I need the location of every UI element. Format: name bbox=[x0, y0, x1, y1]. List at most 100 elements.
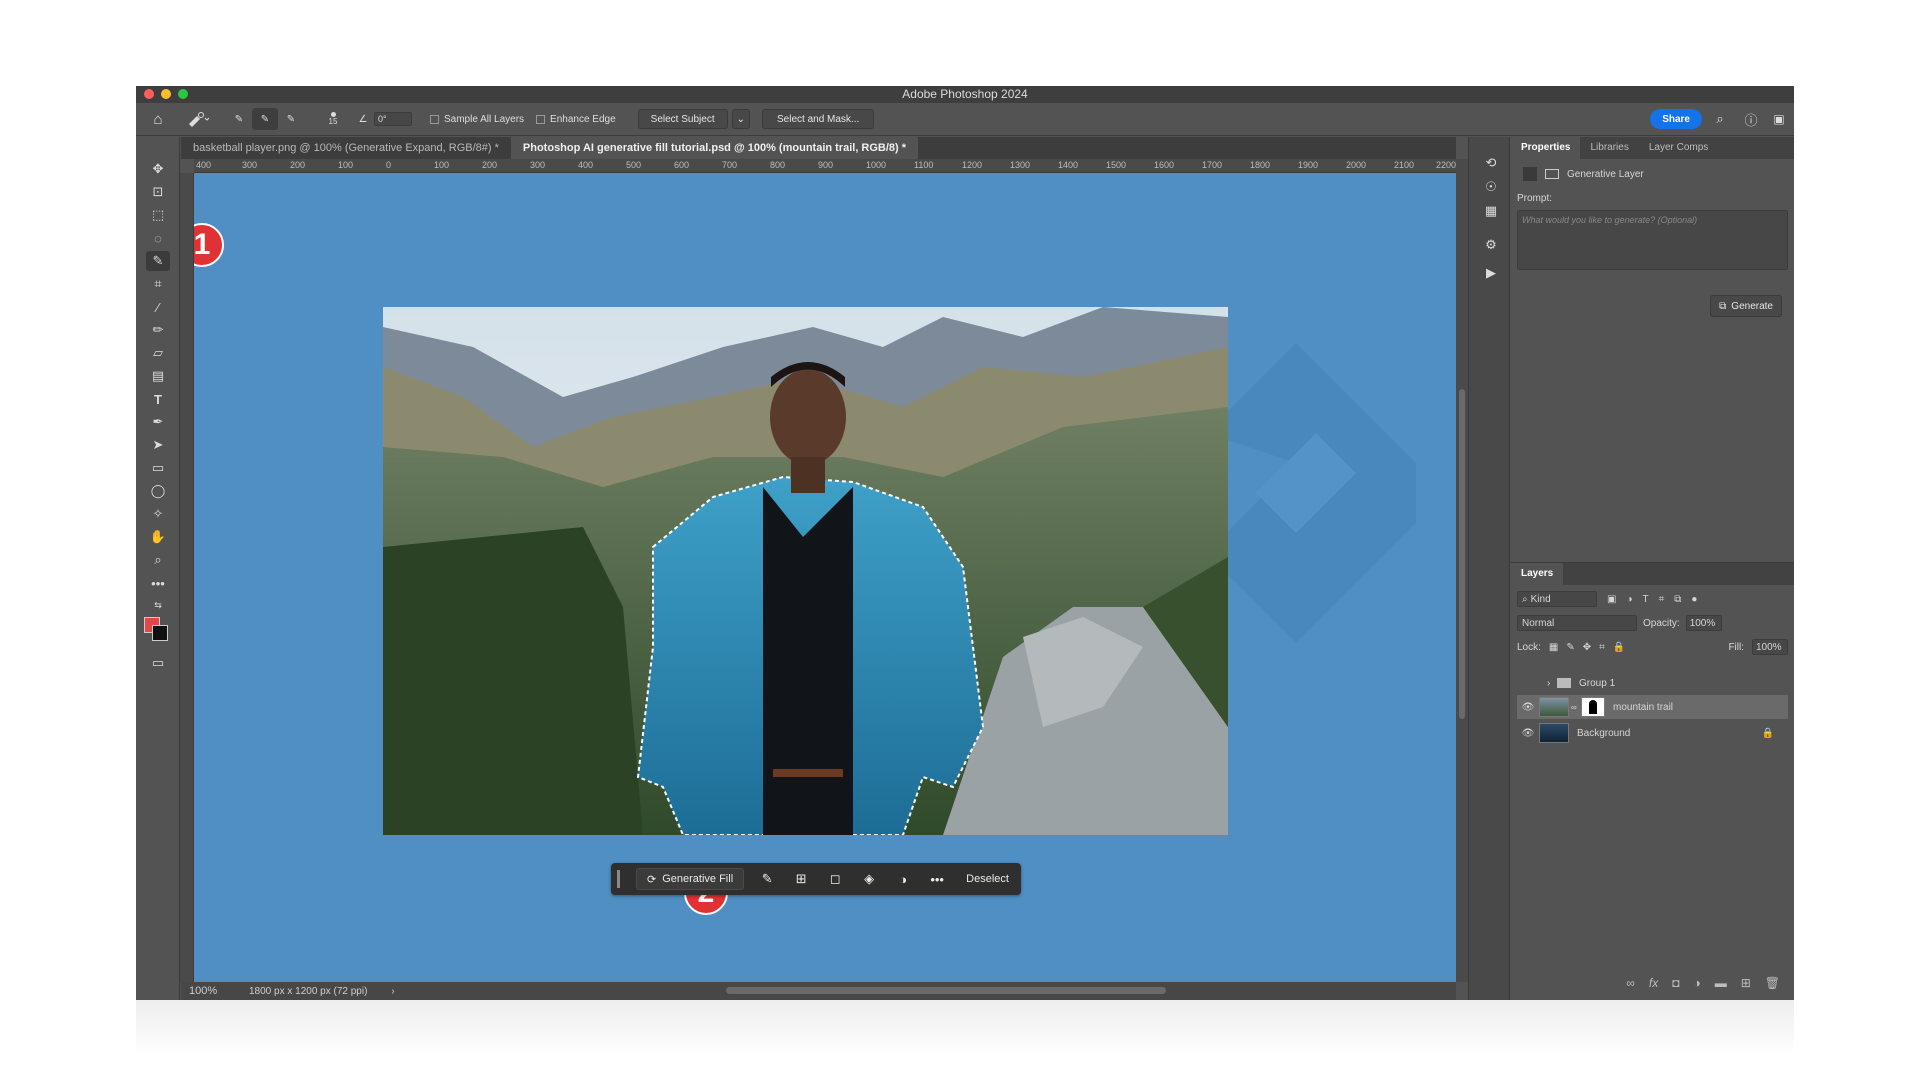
lock-all-icon[interactable]: 🔒 bbox=[1613, 642, 1625, 653]
eyedropper-tool-icon[interactable]: ⁄ bbox=[146, 297, 170, 317]
prompt-input[interactable]: What would you like to generate? (Option… bbox=[1517, 210, 1788, 270]
share-button[interactable]: Share bbox=[1650, 109, 1702, 129]
sample-all-layers-checkbox[interactable] bbox=[430, 114, 439, 124]
swap-colors-icon[interactable]: ⇆ bbox=[146, 595, 170, 615]
more-options-icon[interactable]: ••• bbox=[920, 872, 954, 887]
generate-button[interactable]: ⧉ Generate bbox=[1710, 295, 1782, 317]
gradient-tool-icon[interactable]: ▤ bbox=[146, 366, 170, 386]
photo-mountain-trail[interactable] bbox=[383, 307, 1228, 835]
modify-selection-icon[interactable]: ✎ bbox=[750, 871, 784, 887]
ellipse-tool-icon[interactable]: ◯ bbox=[146, 481, 170, 501]
new-layer-icon[interactable]: ⊞ bbox=[1741, 976, 1751, 996]
angle-field[interactable]: 0° bbox=[374, 112, 412, 126]
mask-icon[interactable]: ◻ bbox=[818, 871, 852, 887]
tab-layers[interactable]: Layers bbox=[1511, 563, 1564, 585]
fx-icon[interactable]: fx bbox=[1649, 976, 1658, 996]
eraser-tool-icon[interactable]: ▱ bbox=[146, 343, 170, 363]
tab-libraries[interactable]: Libraries bbox=[1580, 137, 1638, 159]
actions-play-icon[interactable]: ▶ bbox=[1482, 265, 1500, 283]
filter-adjustment-icon[interactable]: ◑ bbox=[1626, 594, 1632, 605]
custom-shape-tool-icon[interactable]: ✧ bbox=[146, 504, 170, 524]
crop-tool-icon[interactable]: ⌗ bbox=[146, 274, 170, 294]
lock-artboard-icon[interactable]: ⌗ bbox=[1599, 642, 1605, 653]
layer-mask-thumbnail[interactable] bbox=[1581, 697, 1605, 717]
tab-generative-fill-tutorial[interactable]: Photoshop AI generative fill tutorial.ps… bbox=[510, 137, 919, 159]
tool-preset-icon[interactable] bbox=[180, 108, 216, 130]
zoom-tool-icon[interactable]: ⌕ bbox=[146, 550, 170, 570]
adjustment-icon[interactable]: ◑ bbox=[886, 872, 920, 887]
tab-properties[interactable]: Properties bbox=[1511, 137, 1581, 159]
close-button[interactable] bbox=[144, 89, 154, 99]
opacity-field[interactable]: 100% bbox=[1685, 615, 1722, 631]
search-icon[interactable]: ⌕ bbox=[1702, 108, 1738, 130]
rectangle-tool-icon[interactable]: ▭ bbox=[146, 458, 170, 478]
move-tool-icon[interactable]: ✥ bbox=[146, 159, 170, 179]
quick-selection-tool-icon[interactable]: ✎ bbox=[146, 251, 170, 271]
filter-smart-icon[interactable]: ⧉ bbox=[1674, 594, 1681, 605]
type-tool-icon[interactable]: T bbox=[146, 389, 170, 409]
tab-layer-comps[interactable]: Layer Comps bbox=[1639, 137, 1718, 159]
layer-row[interactable]: › Group 1 bbox=[1517, 671, 1788, 695]
horizontal-scrollbar[interactable] bbox=[726, 987, 1166, 994]
select-and-mask-button[interactable]: Select and Mask... bbox=[762, 109, 875, 129]
tab-basketball-player[interactable]: basketball player.png @ 100% (Generative… bbox=[181, 137, 511, 159]
lock-transparent-icon[interactable]: ▦ bbox=[1549, 642, 1558, 653]
enhance-edge-checkbox[interactable] bbox=[536, 114, 546, 124]
expand-chevron-icon[interactable]: › bbox=[1547, 678, 1557, 689]
delete-layer-icon[interactable]: 🗑 bbox=[1765, 976, 1780, 996]
zoom-level[interactable]: 100% bbox=[189, 985, 249, 997]
layer-row[interactable]: 👁 Background 🔒 bbox=[1517, 721, 1788, 745]
lock-position-icon[interactable]: ✥ bbox=[1583, 642, 1591, 653]
minimize-button[interactable] bbox=[161, 89, 171, 99]
new-group-icon[interactable]: ▬ bbox=[1715, 976, 1727, 996]
pen-tool-icon[interactable]: ✒ bbox=[146, 412, 170, 432]
filter-toggle-icon[interactable]: ● bbox=[1691, 594, 1697, 605]
select-subject-dropdown-icon[interactable]: ⌄ bbox=[731, 109, 750, 129]
path-selection-tool-icon[interactable]: ➤ bbox=[146, 435, 170, 455]
deselect-button[interactable]: Deselect bbox=[960, 873, 1015, 885]
home-icon[interactable]: ⌂ bbox=[136, 108, 180, 130]
brush-tool-icon[interactable]: ✏ bbox=[146, 320, 170, 340]
zoom-button[interactable] bbox=[178, 89, 188, 99]
fill-selection-icon[interactable]: ◈ bbox=[852, 871, 886, 887]
table-icon[interactable]: ▦ bbox=[1482, 203, 1500, 221]
brush-settings-icon[interactable]: ⚙ bbox=[1482, 237, 1500, 255]
adjustment-layer-icon[interactable]: ◑ bbox=[1693, 976, 1700, 996]
link-layers-icon[interactable]: ∞ bbox=[1626, 976, 1635, 996]
workspace-icon[interactable]: ▣ bbox=[1764, 108, 1794, 130]
fill-field[interactable]: 100% bbox=[1752, 639, 1788, 655]
add-mask-icon[interactable]: ◘ bbox=[1672, 976, 1679, 996]
vertical-scrollbar-thumb[interactable] bbox=[1459, 389, 1465, 719]
subtract-selection-icon[interactable]: ✎ bbox=[278, 108, 304, 130]
3d-icon[interactable]: ☉ bbox=[1482, 179, 1500, 197]
filter-type-icon[interactable]: T bbox=[1643, 594, 1649, 605]
visibility-eye-icon[interactable]: 👁 bbox=[1517, 702, 1539, 713]
history-icon[interactable]: ⟲ bbox=[1482, 155, 1500, 173]
screen-mode-icon[interactable]: ▭ bbox=[146, 653, 170, 673]
visibility-eye-icon[interactable]: 👁 bbox=[1517, 728, 1539, 739]
drag-handle-icon[interactable] bbox=[617, 870, 620, 888]
kind-filter[interactable]: ⌕ Kind bbox=[1517, 591, 1597, 607]
lock-pixels-icon[interactable]: ✎ bbox=[1566, 642, 1574, 653]
select-subject-button[interactable]: Select Subject bbox=[637, 109, 728, 129]
hand-tool-icon[interactable]: ✋ bbox=[146, 527, 170, 547]
lasso-tool-icon[interactable]: ◌ bbox=[146, 228, 170, 248]
brush-size-control[interactable]: 15 bbox=[314, 108, 352, 130]
blend-mode-select[interactable]: Normal bbox=[1517, 615, 1637, 631]
help-icon[interactable]: ⓘ bbox=[1738, 108, 1764, 130]
generative-fill-button[interactable]: ⟳ Generative Fill bbox=[636, 868, 745, 890]
layer-row-selected[interactable]: 👁 ∞ mountain trail bbox=[1517, 695, 1788, 719]
marquee-tool-icon[interactable]: ⬚ bbox=[146, 205, 170, 225]
new-selection-icon[interactable]: ✎ bbox=[226, 108, 252, 130]
status-arrow-icon[interactable]: › bbox=[391, 986, 394, 997]
artboard-tool-icon[interactable]: ⊡ bbox=[146, 182, 170, 202]
vertical-scrollbar[interactable] bbox=[1456, 159, 1468, 982]
document-canvas[interactable]: 1 2 bbox=[194, 173, 1456, 982]
background-color-swatch[interactable] bbox=[152, 625, 168, 641]
select-inverse-icon[interactable]: ⊞ bbox=[784, 871, 818, 887]
filter-shape-icon[interactable]: ⌗ bbox=[1659, 594, 1665, 605]
generate-icon: ⧉ bbox=[1719, 300, 1727, 312]
filter-pixel-icon[interactable]: ▣ bbox=[1607, 594, 1616, 605]
more-tools-icon[interactable]: ••• bbox=[146, 573, 170, 593]
add-selection-icon[interactable]: ✎ bbox=[252, 108, 278, 130]
